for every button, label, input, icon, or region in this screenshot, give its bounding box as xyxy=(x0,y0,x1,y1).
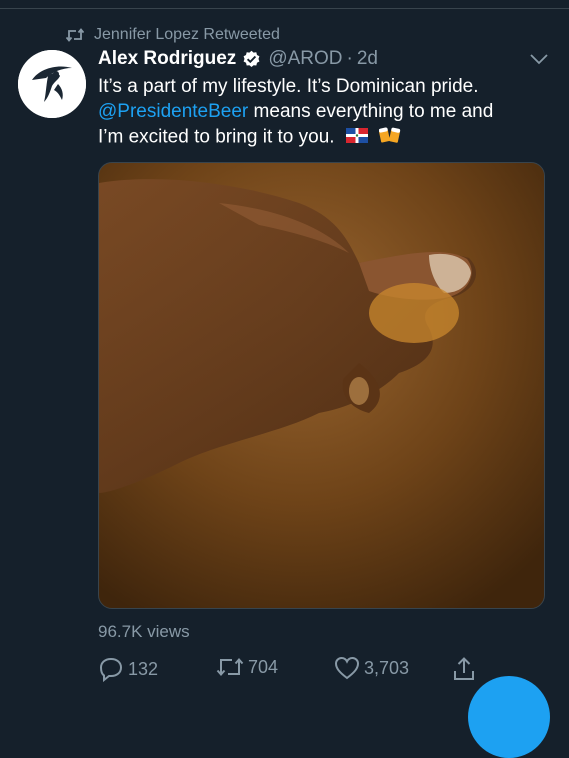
retweet-button[interactable]: 704 xyxy=(216,656,278,678)
separator-dot: · xyxy=(346,48,353,69)
view-count: 96.7K views xyxy=(98,622,190,641)
video-thumbnail[interactable] xyxy=(98,162,545,609)
tweet-text-line-3-text: I’m excited to bring it to you. xyxy=(98,126,335,148)
hand-holding-coin-image xyxy=(99,163,544,608)
mention-link[interactable]: @PresidenteBeer xyxy=(98,101,248,122)
share-icon xyxy=(454,657,474,680)
retweet-context[interactable]: Jennifer Lopez Retweeted xyxy=(65,26,280,44)
like-button[interactable]: 3,703 xyxy=(334,656,409,680)
retweet-action-icon xyxy=(216,657,244,677)
retweet-count: 704 xyxy=(248,656,279,677)
avatar-logo-icon xyxy=(18,50,86,118)
avatar[interactable] xyxy=(18,50,86,118)
verified-badge-icon xyxy=(242,50,261,69)
tweet-text-line-2: @PresidenteBeer means everything to me a… xyxy=(98,99,548,124)
reply-button[interactable]: 132 xyxy=(98,656,158,682)
tweet-header: Alex Rodriguez @AROD · 2d xyxy=(98,48,378,70)
tweet-text-line-1: It’s a part of my lifestyle. It’s Domini… xyxy=(98,76,479,97)
heart-icon xyxy=(334,656,360,680)
share-button[interactable] xyxy=(452,656,480,682)
retweet-icon xyxy=(65,28,85,42)
reply-count: 132 xyxy=(128,658,159,679)
dominican-republic-flag-emoji xyxy=(345,125,368,150)
retweet-context-text: Jennifer Lopez Retweeted xyxy=(94,26,280,43)
tweet-text-line-3: I’m excited to bring it to you. xyxy=(98,124,548,151)
top-divider xyxy=(0,8,569,9)
tweet-text-line-2-rest: means everything to me and xyxy=(248,101,494,122)
display-name[interactable]: Alex Rodriguez xyxy=(98,48,236,70)
like-count: 3,703 xyxy=(364,657,410,678)
clinking-beer-mugs-emoji xyxy=(378,124,401,151)
user-handle[interactable]: @AROD xyxy=(268,48,342,70)
tweet-text: It’s a part of my lifestyle. It’s Domini… xyxy=(98,74,548,151)
chevron-down-icon[interactable] xyxy=(529,52,549,66)
reply-icon xyxy=(99,657,123,682)
tweet-actions: 132 704 3,703 xyxy=(98,656,498,686)
compose-tweet-button[interactable] xyxy=(468,676,550,758)
tweet-timestamp[interactable]: 2d xyxy=(357,48,378,70)
